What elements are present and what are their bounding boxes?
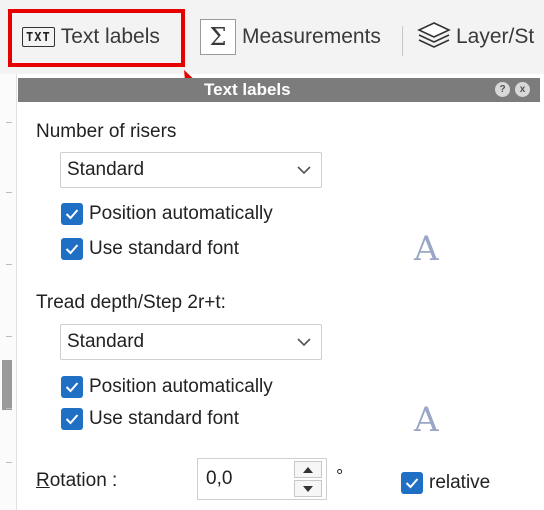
panel-header: Text labels ? x	[18, 78, 540, 102]
triangle-down-icon	[303, 485, 313, 492]
rotation-unit: °	[336, 466, 344, 486]
left-ruler-strip	[0, 74, 17, 510]
font-settings-icon[interactable]: A	[414, 229, 439, 269]
splitter-grip[interactable]	[2, 360, 12, 410]
help-icon[interactable]: ?	[495, 82, 510, 97]
risers-std-font-checkbox[interactable]: Use standard font	[61, 238, 239, 260]
rotation-label-rest: otation :	[49, 470, 118, 491]
checkbox-checked-icon[interactable]	[61, 376, 83, 398]
tread-select-value: Standard	[67, 331, 145, 352]
chevron-down-icon	[297, 166, 311, 175]
rotation-label: Rotation :	[36, 470, 117, 492]
tread-std-font-label: Use standard font	[89, 408, 239, 429]
triangle-up-icon	[303, 466, 313, 473]
layers-icon	[416, 20, 452, 54]
rotation-value: 0,0	[206, 468, 233, 489]
toolbar-separator	[402, 26, 403, 56]
spin-up-button[interactable]	[294, 461, 322, 478]
chevron-down-icon	[297, 338, 311, 347]
risers-std-font-label: Use standard font	[89, 238, 239, 259]
risers-position-auto-checkbox[interactable]: Position automatically	[61, 203, 273, 225]
risers-select-value: Standard	[67, 159, 145, 180]
risers-select[interactable]: Standard	[60, 152, 322, 188]
ruler-tick	[6, 462, 12, 463]
tread-std-font-checkbox[interactable]: Use standard font	[61, 408, 239, 430]
ruler-tick	[6, 264, 12, 265]
sigma-icon: Σ	[200, 19, 236, 55]
tread-heading: Tread depth/Step 2r+t:	[36, 292, 226, 313]
ruler-tick	[6, 122, 12, 123]
spin-down-button[interactable]	[294, 480, 322, 497]
risers-position-auto-label: Position automatically	[89, 203, 273, 224]
ruler-tick	[6, 192, 12, 193]
tread-position-auto-checkbox[interactable]: Position automatically	[61, 376, 273, 398]
checkbox-checked-icon[interactable]	[61, 203, 83, 225]
tab-measurements[interactable]: Σ Measurements	[196, 12, 401, 62]
checkbox-checked-icon[interactable]	[61, 238, 83, 260]
tab-layer[interactable]: Layer/St	[408, 12, 544, 62]
highlight-box	[8, 9, 185, 67]
tab-layer-label: Layer/St	[456, 25, 535, 48]
rotation-spinner	[294, 461, 324, 497]
risers-heading: Number of risers	[36, 121, 177, 142]
tab-measurements-label: Measurements	[242, 25, 381, 48]
ruler-tick	[6, 336, 12, 337]
tread-select[interactable]: Standard	[60, 324, 322, 360]
ruler-tick	[6, 408, 12, 409]
checkbox-checked-icon[interactable]	[61, 408, 83, 430]
rotation-input[interactable]: 0,0	[197, 458, 327, 500]
checkbox-checked-icon[interactable]	[401, 472, 423, 494]
tread-position-auto-label: Position automatically	[89, 376, 273, 397]
close-icon[interactable]: x	[515, 82, 530, 97]
rotation-label-accel: R	[36, 470, 50, 491]
relative-checkbox[interactable]: relative	[401, 472, 490, 494]
relative-label: relative	[429, 472, 491, 493]
panel-title: Text labels	[204, 80, 291, 99]
font-settings-icon[interactable]: A	[414, 400, 439, 440]
